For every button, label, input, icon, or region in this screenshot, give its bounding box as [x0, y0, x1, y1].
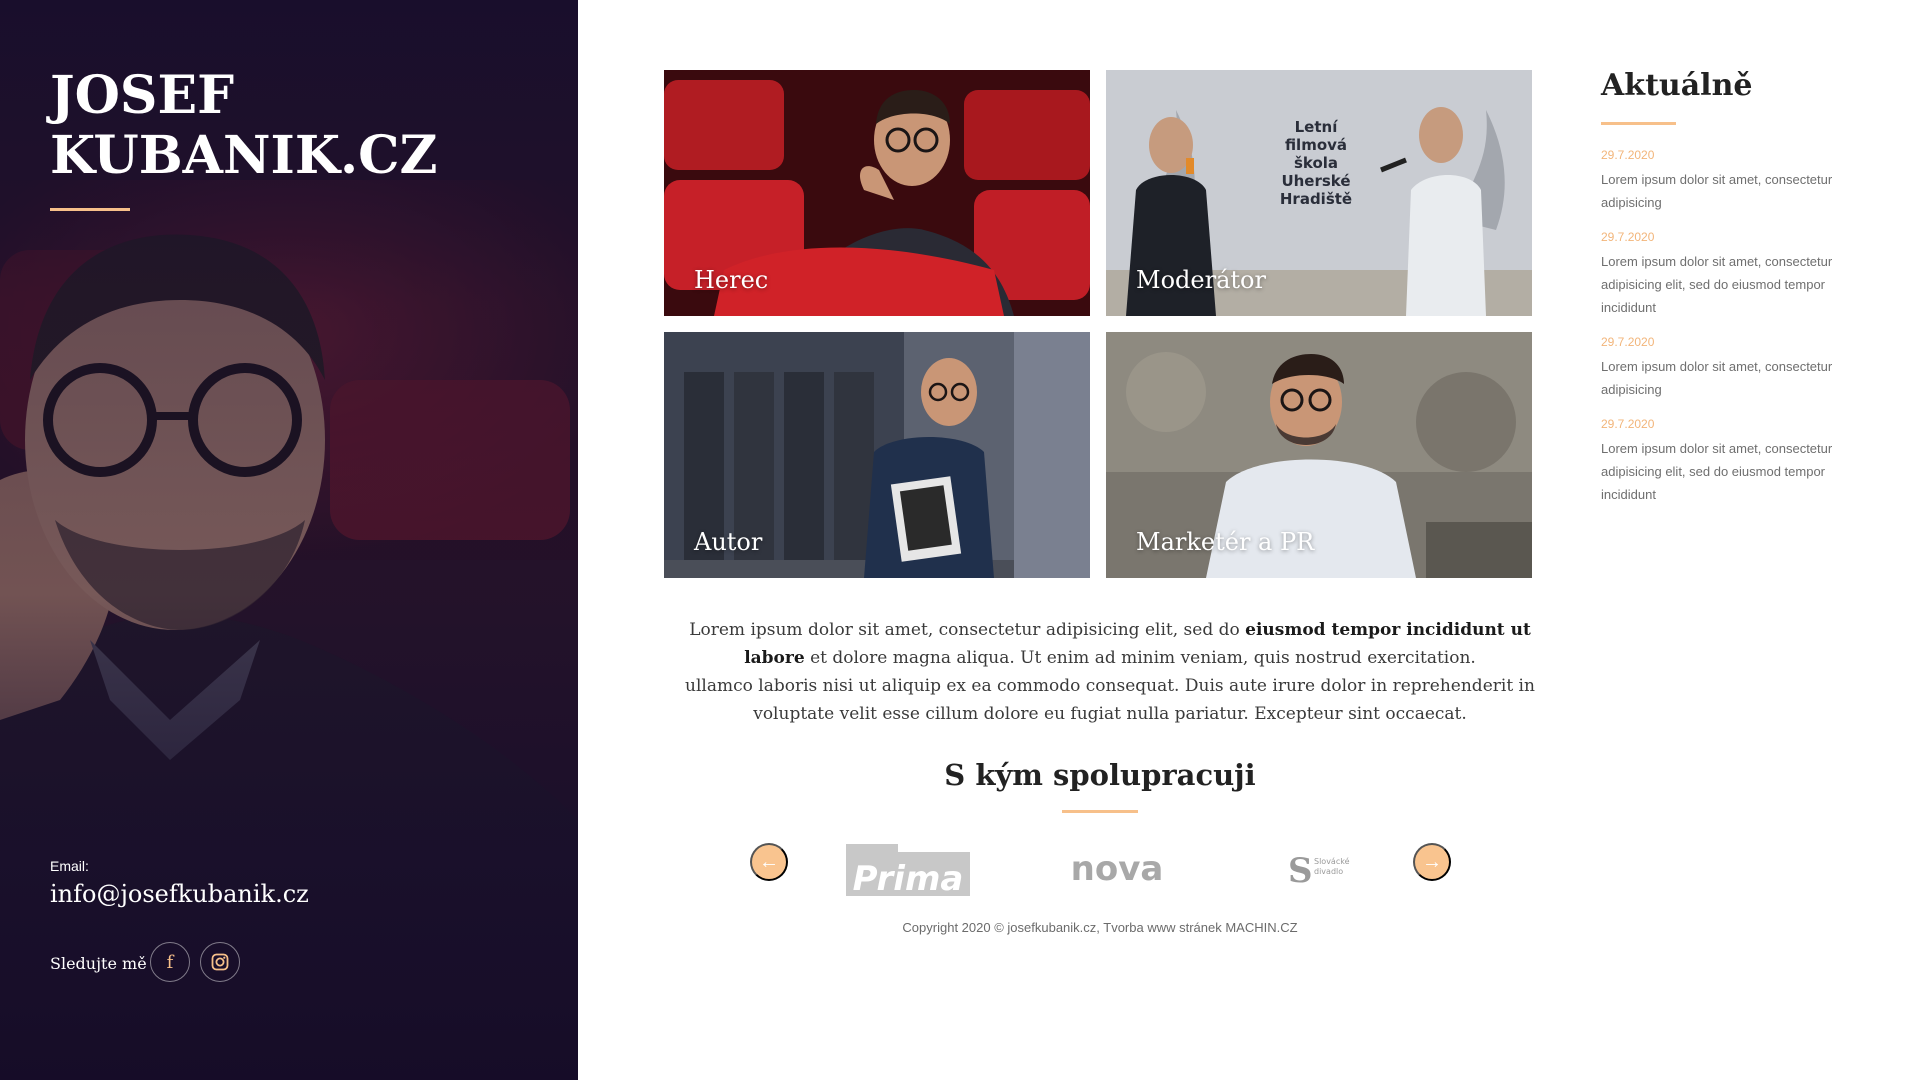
partners-accent-rule	[1062, 810, 1138, 813]
logo-slovacke-line2: divadlo	[1314, 867, 1343, 876]
banner-line4: Uherské	[1281, 172, 1350, 190]
news-item[interactable]: 29.7.2020 Lorem ipsum dolor sit amet, co…	[1601, 230, 1841, 319]
logo-slovacke-line1: Slovácké	[1314, 856, 1350, 866]
email-label: Email:	[50, 858, 89, 874]
site-title-line1: JOSEF	[50, 65, 235, 126]
tile-herec-label: Herec	[694, 266, 769, 294]
tile-herec[interactable]: Herec	[664, 70, 1090, 316]
tile-marketer-label: Marketér a PR	[1136, 528, 1315, 556]
news-item[interactable]: 29.7.2020 Lorem ipsum dolor sit amet, co…	[1601, 335, 1841, 401]
intro-part1: Lorem ipsum dolor sit amet, consectetur …	[689, 620, 1246, 640]
title-accent-rule	[50, 208, 130, 211]
intro-line2: ullamco laboris nisi ut aliquip ex ea co…	[685, 676, 1535, 724]
news-text: Lorem ipsum dolor sit amet, consectetur …	[1601, 359, 1833, 397]
logo-prima: Prima	[846, 844, 970, 899]
copyright-text: Copyright 2020 © josefkubanik.cz, Tvorba…	[902, 920, 1298, 935]
news-text: Lorem ipsum dolor sit amet, consectetur …	[1601, 254, 1833, 315]
news-item[interactable]: 29.7.2020 Lorem ipsum dolor sit amet, co…	[1601, 148, 1841, 214]
follow-label: Sledujte mě	[50, 954, 147, 973]
news-title: Aktuálně	[1601, 68, 1753, 103]
arrow-left-icon: ←	[759, 851, 779, 873]
email-link[interactable]: info@josefkubanik.cz	[50, 880, 309, 908]
news-text: Lorem ipsum dolor sit amet, consectetur …	[1601, 441, 1833, 502]
arrow-right-icon: →	[1422, 851, 1442, 873]
banner-line2: filmová	[1285, 136, 1347, 154]
tile-moderator[interactable]: Letní filmová škola Uherské Hradiště Mod…	[1106, 70, 1532, 316]
partners-prev-button[interactable]: ←	[750, 843, 788, 881]
tile-moderator-label: Moderátor	[1136, 266, 1266, 294]
news-date: 29.7.2020	[1601, 148, 1655, 162]
logo-nova: nova	[1071, 849, 1164, 889]
site-title-line2: KUBANIK.CZ	[50, 125, 438, 186]
partners-title: S kým spolupracuji	[944, 758, 1256, 792]
facebook-button[interactable]: f	[150, 942, 190, 982]
facebook-icon: f	[166, 951, 174, 973]
news-text: Lorem ipsum dolor sit amet, consectetur …	[1601, 172, 1833, 210]
news-item[interactable]: 29.7.2020 Lorem ipsum dolor sit amet, co…	[1601, 417, 1841, 506]
news-date: 29.7.2020	[1601, 230, 1655, 244]
intro-part2: et dolore magna aliqua. Ut enim ad minim…	[804, 648, 1476, 668]
news-date: 29.7.2020	[1601, 417, 1655, 431]
banner-line3: škola	[1294, 154, 1338, 172]
site-title[interactable]: JOSEF KUBANIK.CZ	[50, 66, 438, 186]
banner-line1: Letní	[1295, 118, 1339, 136]
banner-line5: Hradiště	[1280, 190, 1352, 208]
sidebar: JOSEF KUBANIK.CZ Email: info@josefkubani…	[0, 0, 578, 1080]
tile-marketer[interactable]: Marketér a PR	[1106, 332, 1532, 578]
instagram-button[interactable]	[200, 942, 240, 982]
svg-text:S: S	[1288, 851, 1313, 890]
news-list: 29.7.2020 Lorem ipsum dolor sit amet, co…	[1601, 148, 1841, 522]
intro-text: Lorem ipsum dolor sit amet, consectetur …	[670, 616, 1550, 728]
tile-autor-label: Autor	[694, 528, 763, 556]
instagram-icon	[211, 953, 229, 971]
logo-slovacke-divadlo: S Slovácké divadlo	[1288, 851, 1350, 890]
tile-autor[interactable]: Autor	[664, 332, 1090, 578]
partners-next-button[interactable]: →	[1413, 843, 1451, 881]
logo-prima-text: Prima	[853, 859, 964, 899]
logo-nova-text: nova	[1071, 849, 1164, 889]
news-accent-rule	[1601, 122, 1676, 125]
news-date: 29.7.2020	[1601, 335, 1655, 349]
